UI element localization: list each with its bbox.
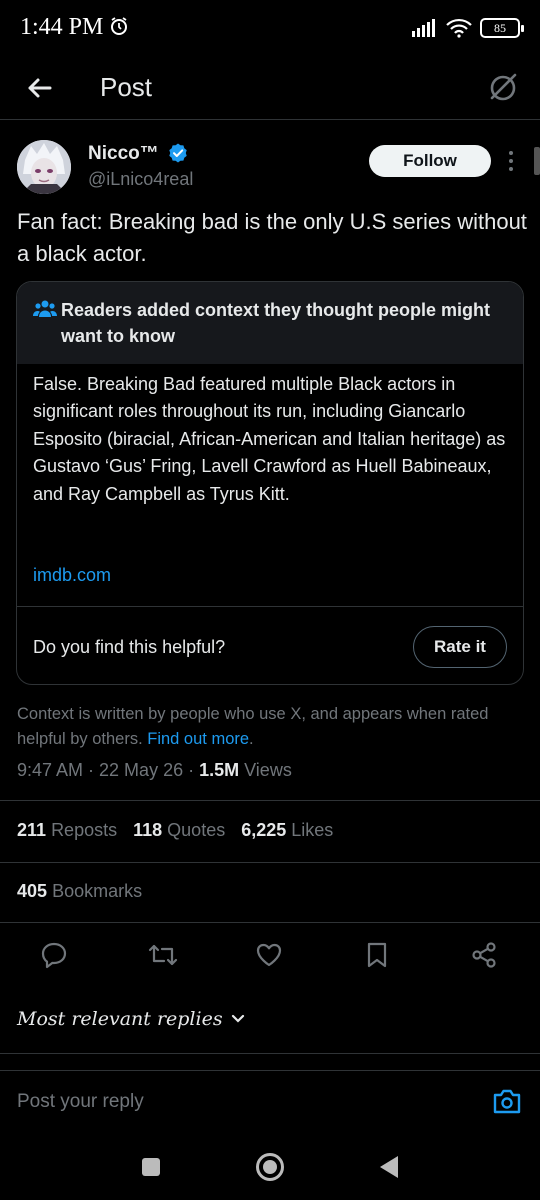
views-count: 1.5M xyxy=(199,760,240,780)
readers-icon xyxy=(33,300,57,317)
divider xyxy=(0,922,540,923)
post-timestamp: 9:47 AM · 22 May 26 · xyxy=(17,760,200,780)
divider xyxy=(0,1053,540,1054)
helpful-question: Do you find this helpful? xyxy=(33,637,226,657)
divider xyxy=(17,606,523,607)
context-disclaimer: Context is written by people who use X, … xyxy=(17,705,489,748)
verified-badge-icon xyxy=(169,143,187,163)
recent-apps-icon[interactable] xyxy=(142,1158,160,1176)
find-out-more-link[interactable]: Find out more xyxy=(147,730,249,748)
bookmark-icon[interactable] xyxy=(363,940,391,970)
like-icon[interactable] xyxy=(255,940,283,970)
views-label: Views xyxy=(239,760,292,780)
replies-sort-dropdown[interactable]: Most relevant replies xyxy=(17,1008,245,1030)
share-icon[interactable] xyxy=(470,940,498,970)
scrollbar[interactable] xyxy=(534,147,540,175)
community-note-body: False. Breaking Bad featured multiple Bl… xyxy=(33,374,506,504)
reply-input[interactable]: Post your reply xyxy=(17,1091,144,1113)
top-bar: Post xyxy=(0,60,540,120)
repost-icon[interactable] xyxy=(147,940,179,970)
bookmarks-stat[interactable]: 405 Bookmarks xyxy=(17,881,142,902)
reply-icon[interactable] xyxy=(40,940,68,970)
home-icon[interactable] xyxy=(256,1153,284,1181)
signal-icon xyxy=(412,19,435,37)
divider xyxy=(0,800,540,801)
back-arrow-icon[interactable] xyxy=(22,70,58,106)
chevron-down-icon xyxy=(231,1014,244,1023)
grok-icon[interactable] xyxy=(486,70,520,104)
community-note-header: Readers added context they thought peopl… xyxy=(17,282,523,364)
community-note: Readers added context they thought peopl… xyxy=(16,281,524,685)
post-text: Fan fact: Breaking bad is the only U.S s… xyxy=(17,209,527,266)
engagement-stats: 211 Reposts 118 Quotes 6,225 Likes xyxy=(17,820,333,841)
community-note-title: Readers added context they thought peopl… xyxy=(61,300,491,346)
avatar[interactable] xyxy=(17,140,71,194)
system-back-icon[interactable] xyxy=(380,1156,398,1178)
page-title: Post xyxy=(100,72,153,102)
camera-icon[interactable] xyxy=(492,1087,522,1115)
community-note-source-link[interactable]: imdb.com xyxy=(33,565,111,586)
status-bar: 1:44 PM 85 xyxy=(0,0,540,60)
author-handle[interactable]: @iLnico4real xyxy=(88,169,193,190)
likes-stat[interactable]: 6,225 Likes xyxy=(241,820,333,841)
rate-it-button[interactable]: Rate it xyxy=(413,626,507,668)
wifi-icon xyxy=(446,18,472,38)
author-name[interactable]: Nicco™ xyxy=(88,143,159,165)
divider xyxy=(0,862,540,863)
post-meta: 9:47 AM · 22 May 26 · 1.5M Views xyxy=(17,760,292,781)
post-actions xyxy=(0,940,540,974)
quotes-stat[interactable]: 118 Quotes xyxy=(133,820,225,841)
system-navigation-bar xyxy=(0,1130,540,1200)
reply-bar: Post your reply xyxy=(0,1070,540,1130)
follow-button[interactable]: Follow xyxy=(369,145,491,177)
post-header: Nicco™ @iLnico4real Follow xyxy=(0,135,540,195)
more-options-icon[interactable] xyxy=(505,149,517,173)
battery-icon: 85 xyxy=(480,18,524,38)
reposts-stat[interactable]: 211 Reposts xyxy=(17,820,117,841)
alarm-icon xyxy=(111,17,128,35)
status-time: 1:44 PM xyxy=(20,14,129,41)
